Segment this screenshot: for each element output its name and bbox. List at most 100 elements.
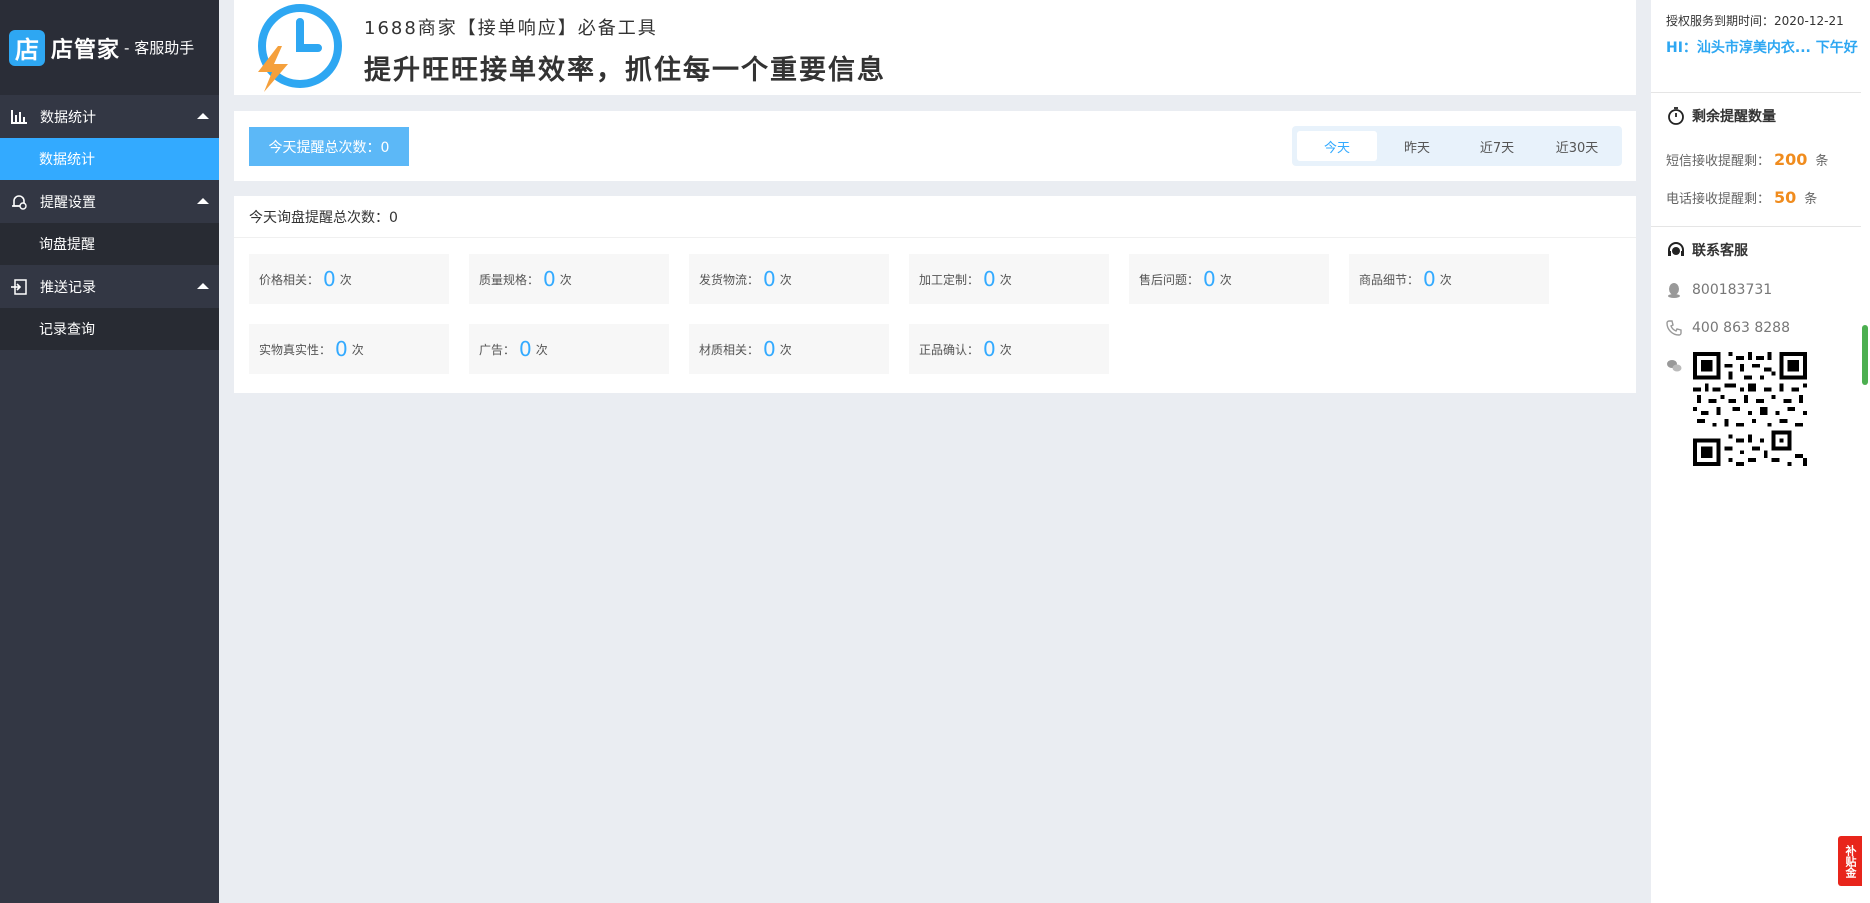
stat-card-label: 实物真实性：	[259, 342, 332, 357]
stat-card-unit: 次	[999, 272, 1012, 287]
subsidy-float-button[interactable]: 补贴金	[1838, 836, 1862, 886]
caret-up-icon	[197, 283, 209, 289]
stat-card-value: 0	[983, 337, 996, 361]
logo-subtitle: - 客服助手	[124, 39, 195, 57]
banner-tagline: 1688商家【接单响应】必备工具	[364, 18, 658, 39]
phone-label: 电话接收提醒剩：	[1666, 192, 1771, 207]
stat-card-label: 正品确认：	[919, 342, 980, 357]
stat-card-quality: 质量规格： 0 次	[469, 254, 669, 304]
stat-card-label: 质量规格：	[479, 272, 540, 287]
clock-lightning-icon	[258, 4, 342, 92]
nav-group-label: 推送记录	[40, 279, 96, 296]
stat-card-value: 0	[323, 267, 336, 291]
phone-number: 400 863 8288	[1692, 320, 1790, 336]
nav-group-data-stats[interactable]: 数据统计	[0, 95, 219, 138]
stat-card-value: 0	[543, 267, 556, 291]
stat-card-genuine: 正品确认： 0 次	[909, 324, 1109, 374]
stat-card-unit: 次	[1439, 272, 1452, 287]
today-total-badge: 今天提醒总次数：0	[249, 127, 409, 166]
nav-group-push-records[interactable]: 推送记录	[0, 265, 219, 308]
stat-card-unit: 次	[559, 272, 572, 287]
stat-card-product-detail: 商品细节： 0 次	[1349, 254, 1549, 304]
stat-card-value: 0	[519, 337, 532, 361]
divider	[1651, 226, 1861, 227]
phone-contact[interactable]: 400 863 8288	[1666, 320, 1790, 336]
stat-card-value: 0	[763, 267, 776, 291]
nav-group-reminder-settings[interactable]: 提醒设置	[0, 180, 219, 223]
stat-card-ads: 广告： 0 次	[469, 324, 669, 374]
banner-headline: 提升旺旺接单效率，抓住每一个重要信息	[364, 55, 886, 86]
stat-card-label: 价格相关：	[259, 272, 320, 287]
stat-card-authenticity: 实物真实性： 0 次	[249, 324, 449, 374]
tab-last-7-days[interactable]: 近7天	[1457, 131, 1537, 161]
sidebar: 店 店管家 - 客服助手 数据统计 数据统计 提醒设置 询盘提醒 推送记录 记录…	[0, 0, 219, 903]
qq-icon	[1668, 283, 1680, 298]
logo: 店 店管家 - 客服助手	[0, 0, 219, 95]
stat-card-unit: 次	[779, 272, 792, 287]
push-record-icon	[10, 278, 28, 296]
stat-card-value: 0	[335, 337, 348, 361]
stat-card-value: 0	[763, 337, 776, 361]
inquiry-total-title: 今天询盘提醒总次数：0	[234, 196, 1636, 238]
stat-card-after-sales: 售后问题： 0 次	[1129, 254, 1329, 304]
caret-up-icon	[197, 113, 209, 119]
tab-last-30-days[interactable]: 近30天	[1537, 131, 1617, 161]
section-title: 联系客服	[1692, 243, 1748, 259]
banner: 1688商家【接单响应】必备工具 提升旺旺接单效率，抓住每一个重要信息	[234, 0, 1636, 95]
stat-card-value: 0	[1423, 267, 1436, 291]
scrollbar-thumb[interactable]	[1862, 325, 1868, 385]
qr-code	[1693, 352, 1807, 466]
sms-unit: 条	[1815, 154, 1829, 169]
stat-card-price: 价格相关： 0 次	[249, 254, 449, 304]
qq-contact[interactable]: 800183731	[1666, 282, 1772, 298]
remaining-reminders-header: 剩余提醒数量	[1666, 106, 1776, 126]
right-panel: 授权服务到期时间：2020-12-21 HI：汕头市淳美内衣... 下午好 剩余…	[1651, 0, 1870, 903]
greeting[interactable]: HI：汕头市淳美内衣... 下午好	[1666, 37, 1858, 57]
stat-card-customization: 加工定制： 0 次	[909, 254, 1109, 304]
stat-card-unit: 次	[351, 342, 364, 357]
license-expiry: 授权服务到期时间：2020-12-21	[1666, 14, 1844, 28]
stat-card-label: 广告：	[479, 342, 516, 357]
stat-card-material: 材质相关： 0 次	[689, 324, 889, 374]
section-title: 剩余提醒数量	[1692, 109, 1776, 125]
phone-unit: 条	[1804, 192, 1818, 207]
bell-gear-icon	[10, 193, 28, 211]
wechat-icon	[1667, 360, 1682, 372]
stat-card-label: 材质相关：	[699, 342, 760, 357]
sms-remaining: 短信接收提醒剩： 200 条	[1666, 150, 1828, 169]
nav-item-data-stats[interactable]: 数据统计	[0, 138, 219, 180]
logo-name: 店管家	[51, 37, 121, 63]
stat-card-label: 加工定制：	[919, 272, 980, 287]
date-range-tabs: 今天 昨天 近7天 近30天	[1292, 126, 1622, 166]
phone-remaining: 电话接收提醒剩： 50 条	[1666, 188, 1817, 207]
stat-card-unit: 次	[1219, 272, 1232, 287]
inquiry-detail-panel: 今天询盘提醒总次数：0 价格相关： 0 次 质量规格： 0 次 发货物流： 0 次 加工定制…	[234, 196, 1636, 393]
qq-number: 800183731	[1692, 282, 1773, 298]
stopwatch-icon	[1668, 107, 1684, 125]
stat-card-label: 售后问题：	[1139, 272, 1200, 287]
bar-chart-icon	[10, 108, 28, 126]
stats-bar: 今天提醒总次数：0 今天 昨天 近7天 近30天	[234, 111, 1636, 181]
stat-card-label: 发货物流：	[699, 272, 760, 287]
stat-card-value: 0	[983, 267, 996, 291]
tab-yesterday[interactable]: 昨天	[1377, 131, 1457, 161]
nav-item-inquiry-reminder[interactable]: 询盘提醒	[0, 223, 219, 265]
stat-card-unit: 次	[999, 342, 1012, 357]
phone-value: 50	[1774, 188, 1797, 207]
phone-icon	[1666, 320, 1682, 336]
stat-card-value: 0	[1203, 267, 1216, 291]
stat-card-shipping: 发货物流： 0 次	[689, 254, 889, 304]
sms-value: 200	[1774, 150, 1808, 169]
nav-item-record-query[interactable]: 记录查询	[0, 308, 219, 350]
nav-group-label: 提醒设置	[40, 194, 96, 211]
sms-label: 短信接收提醒剩：	[1666, 154, 1771, 169]
stat-card-unit: 次	[339, 272, 352, 287]
divider	[1651, 92, 1861, 93]
logo-badge: 店	[9, 29, 45, 66]
tab-today[interactable]: 今天	[1297, 131, 1377, 161]
stat-card-unit: 次	[779, 342, 792, 357]
stat-card-unit: 次	[535, 342, 548, 357]
headset-icon	[1668, 242, 1684, 256]
contact-support-header: 联系客服	[1666, 240, 1748, 260]
stat-card-label: 商品细节：	[1359, 272, 1420, 287]
